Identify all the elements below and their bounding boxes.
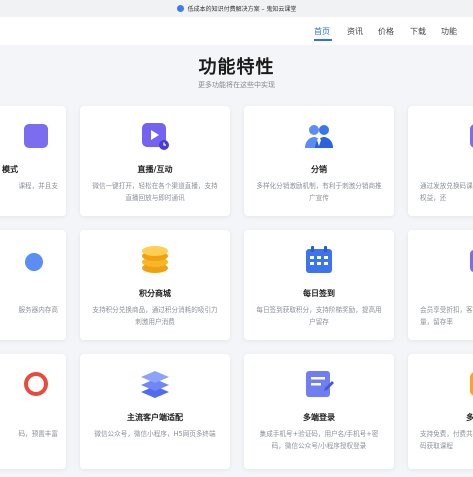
feature-card-member[interactable]: 会员享受折扣，客户量，留存率 [408,230,473,340]
feature-card-multi-client[interactable]: 主流客户端适配 微信公众号，微信小程序，H5网页多终端 [80,354,230,469]
feature-card-title: 积分商城 [139,289,171,298]
layers-icon [141,371,169,398]
feature-card-desc: 课程，并且支 [18,182,58,190]
feature-card-title: 模式 [2,165,18,174]
target-icon [24,372,48,396]
feature-card-mode[interactable]: 模式 课程，并且支 [0,106,66,216]
nav-item-features[interactable]: 功能 [441,26,457,37]
feature-card-desc: 支持免费，付费共提供码获取课程 [420,430,473,450]
live-play-icon [142,123,169,150]
users-icon [305,125,333,148]
ticket-icon [470,124,473,148]
coins-icon [142,246,168,273]
feature-card-desc: 集成手机号+验证码，用户名/手机号+密码，微信公众号/小程序授权登录 [259,430,379,450]
feature-card-desc: 会员享受折扣，客户量，留存率 [420,306,473,326]
page-subtitle: 更多功能将在这些中实现 [198,81,275,89]
feature-card-distribution[interactable]: 分销 多样化分销激励机制，有利于刺激分销商推广宣传 [244,106,394,216]
feature-card-title: 多样 [466,413,473,422]
feature-card-multi[interactable]: 多样 支持免费，付费共提供码获取课程 [408,354,473,469]
cloud-icon [25,253,43,271]
feature-card-multi-login[interactable]: 多端登录 集成手机号+验证码，用户名/手机号+密码，微信公众号/小程序授权登录 [244,354,394,469]
feature-card-live[interactable]: 直播/互动 微信一键打开，轻松在各个渠道直播，支持直播回放与即时通讯 [80,106,230,216]
multi-icon [470,372,473,396]
feature-card-desc: 支持积分兑换商品，通过积分消耗的吸引力刺激用户消费 [92,306,218,326]
feature-card-cloud[interactable]: 服务器内存高 [0,230,66,340]
browser-tab-bar: 低成本的知识付费解决方案 – 鬼知云课堂 [0,0,473,18]
nav-active-indicator [314,39,332,41]
feature-card-desc: 码，预置丰富 [18,430,58,438]
login-card-icon [306,371,334,397]
feature-card-desc: 通过发放兑换码课程和权益，还 [420,182,473,202]
calendar-icon [306,246,332,273]
page-title: 功能特性 [198,57,275,78]
browser-tab-title: 低成本的知识付费解决方案 – 鬼知云课堂 [187,6,297,13]
nav-item-news[interactable]: 资讯 [347,26,363,37]
feature-card-title: 多端登录 [303,413,335,422]
nav-item-pricing[interactable]: 价格 [378,26,394,37]
feature-card-daily-checkin[interactable]: 每日签到 每日签到获取积分，支持阶梯奖励，提高用户留存 [244,230,394,340]
top-navigation: 首页 资讯 价格 下载 功能 [0,17,473,45]
feature-card-title: 主流客户端适配 [127,413,183,422]
member-icon [470,250,473,272]
feature-card-desc: 服务器内存高 [18,306,58,314]
feature-card-title: 分销 [311,165,327,174]
feature-card-title: 每日签到 [303,289,335,298]
feature-card-title: 直播/互动 [137,165,173,174]
site-favicon-icon [176,5,184,12]
feature-card-desc: 每日签到获取积分，支持阶梯奖励，提高用户留存 [256,306,382,326]
feature-card-desc: 多样化分销激励机制，有利于刺激分销商推广宣传 [256,182,382,202]
feature-card-redeem[interactable]: 通过发放兑换码课程和权益，还 [408,106,473,216]
feature-card-points-mall[interactable]: 积分商城 支持积分兑换商品，通过积分消耗的吸引力刺激用户消费 [80,230,230,340]
feature-card-desc: 微信公众号，微信小程序，H5网页多终端 [94,430,216,438]
nav-item-home[interactable]: 首页 [314,26,330,37]
feature-card-coupon[interactable]: 码，预置丰富 [0,354,66,469]
play-square-icon [24,124,48,148]
feature-card-desc: 微信一键打开，轻松在各个渠道直播，支持直播回放与即时通讯 [92,182,218,202]
nav-item-download[interactable]: 下载 [410,26,426,37]
